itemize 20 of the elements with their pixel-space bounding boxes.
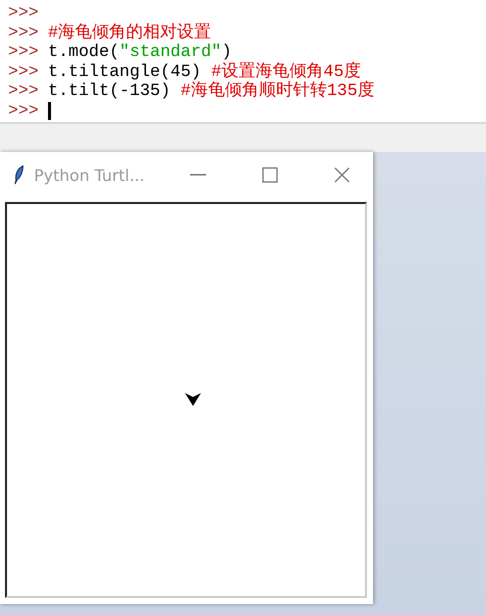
comment-text: #海龟倾角的相对设置 [48, 24, 212, 43]
minimize-icon [190, 174, 206, 176]
comment-text: #设置海龟倾角45度 [211, 62, 361, 82]
maximize-icon [262, 167, 278, 183]
code-text: t.tiltangle(45) [48, 62, 202, 82]
prompt: >>> [8, 82, 40, 102]
prompt: >>> [8, 4, 40, 24]
prompt: >>> [8, 43, 40, 62]
feather-icon [14, 165, 24, 185]
code-text: t.mode( [48, 43, 120, 62]
prompt: >>> [8, 62, 40, 82]
prompt: >>> [8, 102, 40, 121]
code-text: t.tilt(-135) [48, 82, 172, 102]
code-text: "standard" [119, 43, 222, 62]
close-icon [334, 167, 350, 183]
prompt: >>> [8, 24, 40, 43]
turtle-arrow-icon [185, 391, 201, 407]
comment-text: #海龟倾角顺时针转135度 [180, 82, 374, 102]
window-title: Python Turtl... [34, 166, 146, 184]
code-text: ) [221, 43, 232, 62]
